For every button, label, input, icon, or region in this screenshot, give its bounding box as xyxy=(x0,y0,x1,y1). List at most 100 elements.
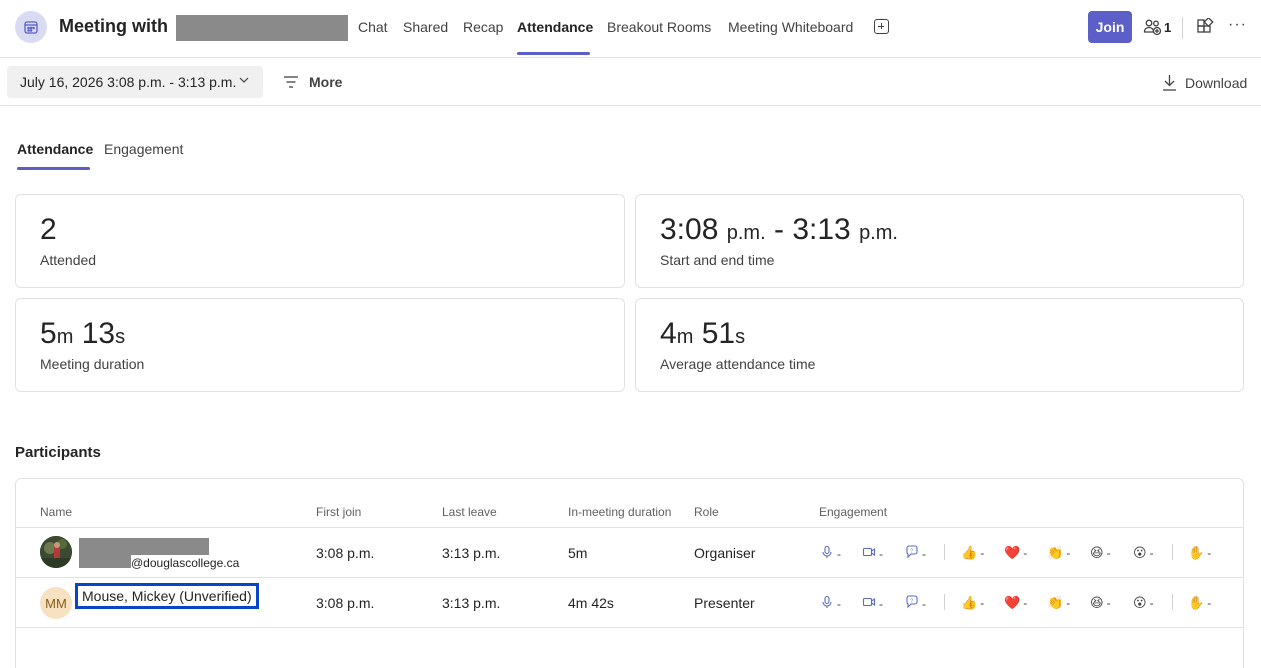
engagement-count: - xyxy=(1207,546,1212,560)
attended-card: 2 Attended xyxy=(15,194,625,288)
more-options-icon[interactable]: ··· xyxy=(1228,16,1247,34)
engagement-count: - xyxy=(1023,546,1028,560)
engagement-divider xyxy=(944,544,945,560)
in-meeting-duration: 4m 42s xyxy=(568,595,614,611)
engagement-surprised: 😮 - xyxy=(1133,595,1154,611)
engagement-raised-hand: ✋ - xyxy=(1188,595,1211,611)
mic-icon xyxy=(820,595,834,612)
attended-value: 2 xyxy=(40,213,57,246)
engagement-divider xyxy=(944,594,945,610)
col-engagement[interactable]: Engagement xyxy=(819,505,887,519)
engagement-thumbs-up: 👍 - xyxy=(961,595,984,611)
engagement-thumbs-up: 👍 - xyxy=(961,545,984,561)
row-divider xyxy=(16,577,1243,578)
clap-icon: 👏 xyxy=(1047,545,1064,560)
mic-icon xyxy=(820,545,834,562)
download-label: Download xyxy=(1185,74,1248,91)
tab-breakout-rooms[interactable]: Breakout Rooms xyxy=(607,19,711,35)
clap-icon: 👏 xyxy=(1047,595,1064,610)
engagement-count: - xyxy=(1149,596,1154,610)
download-icon xyxy=(1163,75,1176,91)
chat-icon: ? xyxy=(905,545,919,562)
engagement-divider xyxy=(1172,594,1173,610)
redacted-meeting-name xyxy=(176,15,348,41)
engagement-raised-hand: ✋ - xyxy=(1188,545,1211,561)
chevron-down-icon xyxy=(239,77,249,83)
participants-title: Participants xyxy=(15,444,101,461)
role: Presenter xyxy=(694,595,755,611)
engagement-count: - xyxy=(980,546,985,560)
tab-attendance[interactable]: Attendance xyxy=(517,19,593,35)
surprised-icon: 😮 xyxy=(1133,545,1147,560)
avatar: MM xyxy=(40,587,72,619)
tab-recap[interactable]: Recap xyxy=(463,19,503,35)
start-end-label: Start and end time xyxy=(660,252,775,268)
engagement-chat: ? - xyxy=(905,545,926,562)
date-range-select[interactable]: July 16, 2026 3:08 p.m. - 3:13 p.m. xyxy=(7,66,263,98)
engagement-clap: 👏 - xyxy=(1047,545,1070,561)
tab-meeting-whiteboard[interactable]: Meeting Whiteboard xyxy=(728,19,853,35)
last-leave: 3:13 p.m. xyxy=(442,595,501,611)
engagement-surprised: 😮 - xyxy=(1133,545,1154,561)
tab-engagement[interactable]: Engagement xyxy=(104,141,183,157)
engagement-mic: - xyxy=(820,545,841,562)
tab-attendance-summary[interactable]: Attendance xyxy=(17,141,93,157)
header-row-divider xyxy=(16,527,1243,528)
redacted-organiser-name xyxy=(79,538,209,555)
download-button[interactable]: Download xyxy=(1162,74,1247,91)
avg-attendance-value: 4m 51s xyxy=(660,317,746,350)
tab-shared[interactable]: Shared xyxy=(403,19,448,35)
more-filter-button[interactable]: More xyxy=(283,74,342,90)
join-button[interactable]: Join xyxy=(1088,11,1132,43)
filter-icon xyxy=(284,76,298,88)
first-join: 3:08 p.m. xyxy=(316,545,375,561)
laugh-icon: 😆 xyxy=(1090,595,1104,610)
redacted-organiser-email xyxy=(79,554,131,568)
start-end-card: 3:08 p.m. - 3:13 p.m. Start and end time xyxy=(635,194,1244,288)
thumbs-up-icon: 👍 xyxy=(961,595,978,610)
tab-chat[interactable]: Chat xyxy=(358,19,388,35)
engagement-count: - xyxy=(1106,596,1111,610)
add-tab-icon[interactable] xyxy=(874,19,889,34)
laugh-icon: 😆 xyxy=(1090,545,1104,560)
engagement-count: - xyxy=(879,546,883,561)
duration-card: 5m 13s Meeting duration xyxy=(15,298,625,392)
engagement-chat: ? - xyxy=(905,595,926,612)
in-meeting-duration: 5m xyxy=(568,545,588,561)
role: Organiser xyxy=(694,545,756,561)
participants-icon[interactable] xyxy=(1143,17,1163,37)
svg-text:?: ? xyxy=(910,548,913,554)
duration-value: 5m 13s xyxy=(40,317,126,350)
heart-icon: ❤️ xyxy=(1004,595,1021,610)
engagement-heart: ❤️ - xyxy=(1004,595,1027,611)
camera-icon xyxy=(862,545,876,562)
col-duration[interactable]: In-meeting duration xyxy=(568,505,671,519)
surprised-icon: 😮 xyxy=(1133,595,1147,610)
raised-hand-icon: ✋ xyxy=(1188,545,1205,560)
raised-hand-icon: ✋ xyxy=(1188,595,1205,610)
col-last-leave[interactable]: Last leave xyxy=(442,505,497,519)
engagement-count: - xyxy=(837,546,841,561)
col-role[interactable]: Role xyxy=(694,505,719,519)
engagement-laugh: 😆 - xyxy=(1090,595,1111,611)
apps-icon[interactable] xyxy=(1196,18,1214,36)
engagement-camera: - xyxy=(862,595,883,612)
col-first-join[interactable]: First join xyxy=(316,505,361,519)
engagement-count: - xyxy=(1106,546,1111,560)
start-end-value: 3:08 p.m. - 3:13 p.m. xyxy=(660,213,898,246)
engagement-divider xyxy=(1172,544,1173,560)
engagement-count: - xyxy=(922,596,926,611)
avg-attendance-label: Average attendance time xyxy=(660,356,816,372)
active-tab-indicator xyxy=(517,52,590,55)
organiser-email-domain: @douglascollege.ca xyxy=(131,556,240,570)
attendance-toolbar: July 16, 2026 3:08 p.m. - 3:13 p.m. More… xyxy=(0,58,1261,106)
chat-icon: ? xyxy=(905,595,919,612)
avatar xyxy=(40,536,72,568)
engagement-camera: - xyxy=(862,545,883,562)
engagement-count: - xyxy=(1066,546,1071,560)
engagement-clap: 👏 - xyxy=(1047,595,1070,611)
last-leave: 3:13 p.m. xyxy=(442,545,501,561)
engagement-mic: - xyxy=(820,595,841,612)
engagement-count: - xyxy=(837,596,841,611)
col-name[interactable]: Name xyxy=(40,505,72,519)
